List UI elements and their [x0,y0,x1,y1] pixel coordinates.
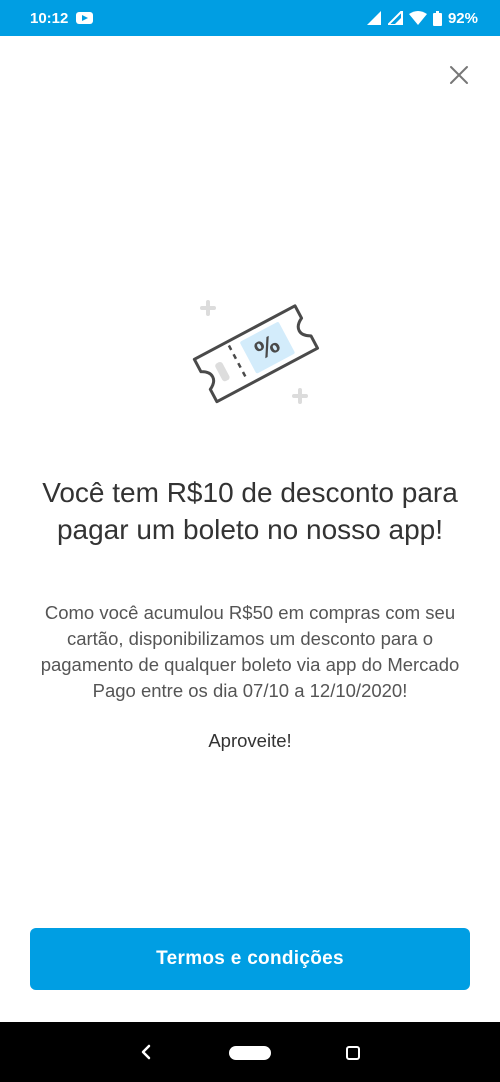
terms-button[interactable]: Termos e condições [30,928,470,990]
discount-ticket-icon: % [192,300,320,404]
signal-icon [387,11,403,25]
battery-level: 92% [447,9,478,27]
home-pill-icon[interactable] [229,1046,271,1060]
signal-icon [366,11,381,25]
recents-icon[interactable] [346,1046,360,1060]
clock: 10:12 [30,9,69,27]
wifi-icon [408,11,427,25]
back-icon[interactable] [138,1044,154,1060]
navigation-bar [0,1022,500,1082]
cta-text: Aproveite! [208,730,292,751]
youtube-icon [76,12,94,24]
close-icon [450,66,468,84]
status-bar: 10:12 92% [0,0,500,36]
status-right: 92% [366,9,478,27]
battery-icon [432,10,442,26]
headline: Você tem R$10 de desconto para pagar um … [42,477,458,545]
close-button[interactable] [444,60,474,90]
description-text: Como você acumulou R$50 em compras com s… [40,602,460,701]
status-left: 10:12 [30,9,94,27]
